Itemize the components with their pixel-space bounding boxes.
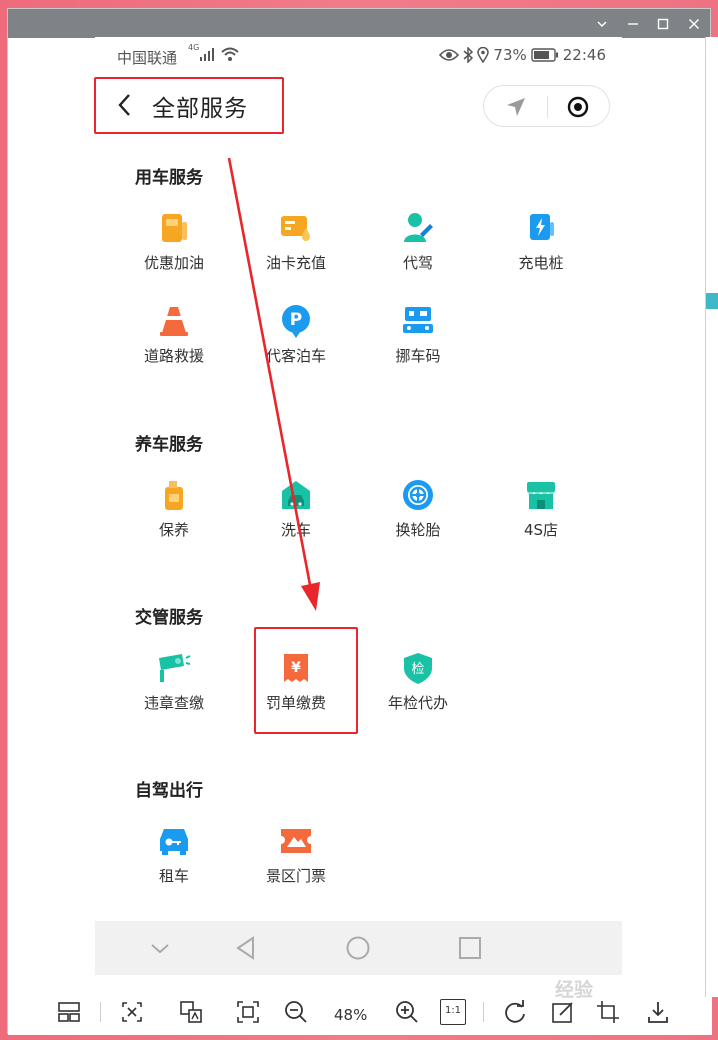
annotation-arrow (227, 157, 320, 611)
watermark: 经验 (555, 979, 594, 1001)
